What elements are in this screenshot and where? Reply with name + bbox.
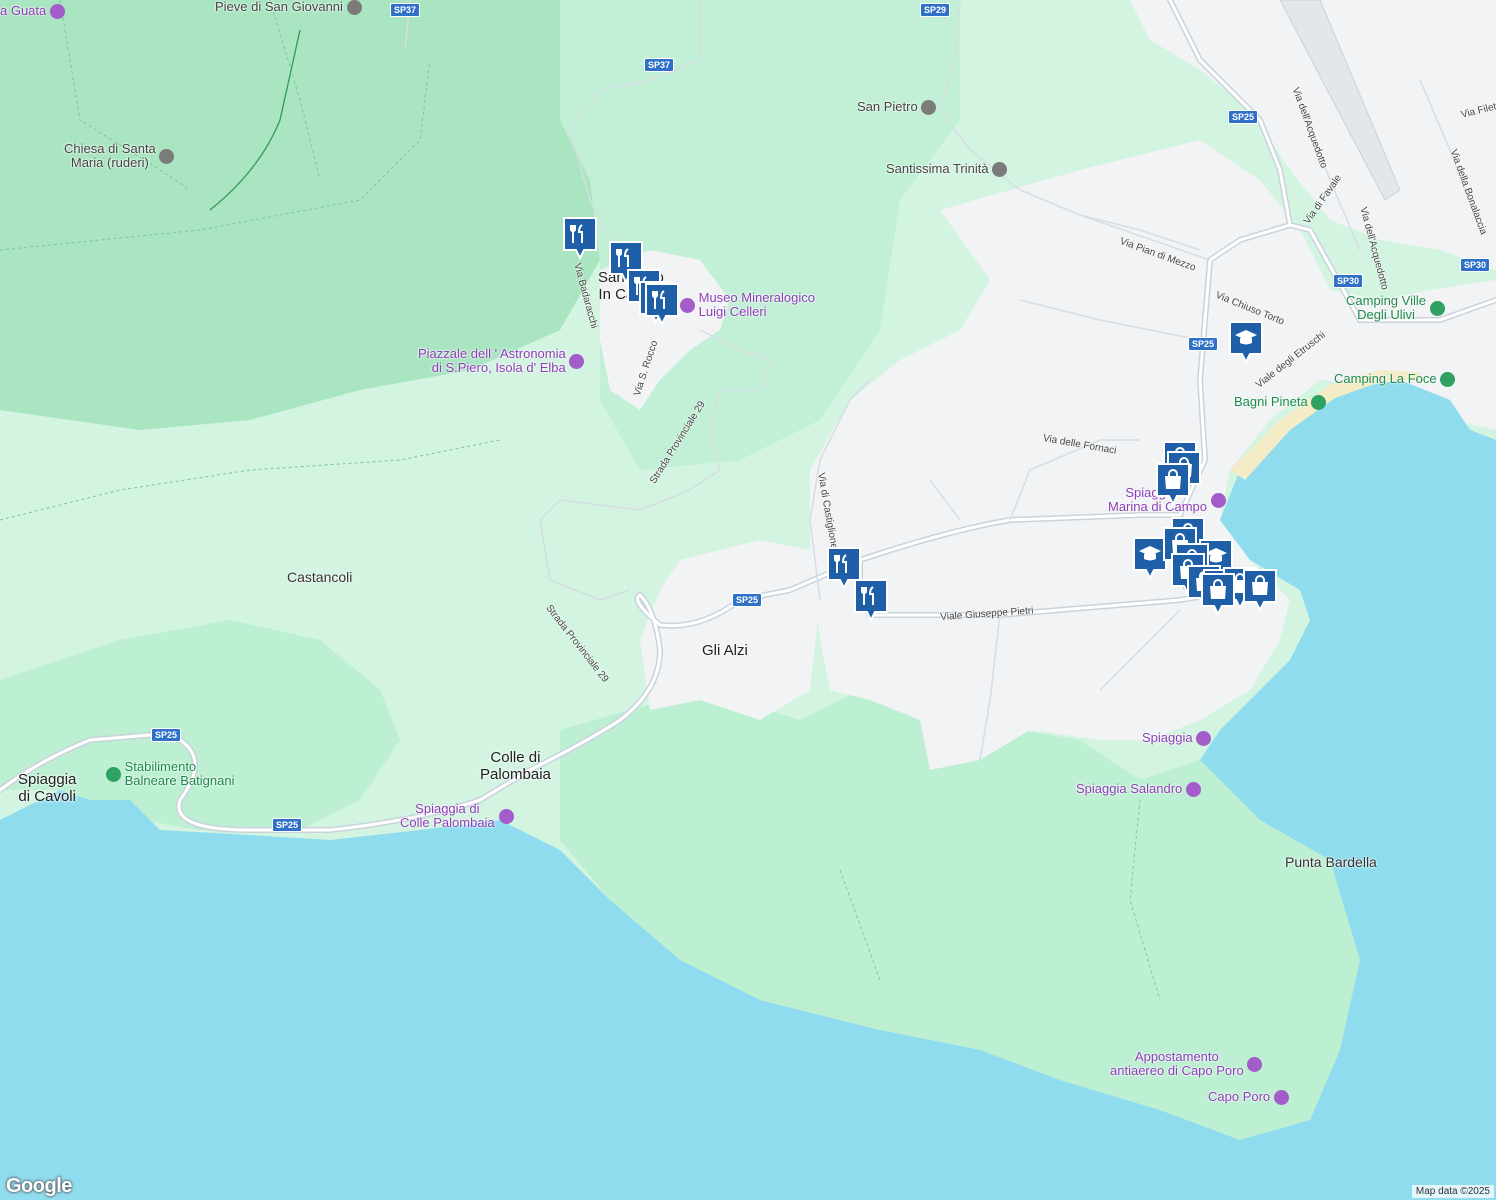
restaurant-pin[interactable]	[853, 578, 889, 623]
campground-icon	[1429, 300, 1445, 316]
green-poi-bagni-pineta[interactable]: Bagni Pineta	[1234, 394, 1327, 411]
green-poi-camping-foce[interactable]: Camping La Foce	[1334, 371, 1456, 388]
restaurant-pin[interactable]	[562, 216, 598, 261]
camera-icon	[1273, 1090, 1289, 1106]
restaurant-icon	[645, 283, 679, 327]
map-credit[interactable]: Map data ©2025	[1411, 1185, 1494, 1198]
school-pin[interactable]	[1228, 320, 1264, 365]
place-label: Spiaggia di Cavoli	[18, 771, 77, 805]
camera-icon	[1196, 731, 1212, 747]
shopping-bag-pin[interactable]	[1242, 568, 1278, 613]
museum-icon	[680, 297, 695, 313]
camera-icon	[49, 4, 65, 20]
poi-capo-poro[interactable]: Capo Poro	[1208, 1089, 1289, 1106]
school-icon	[1229, 321, 1263, 365]
beach-icon	[106, 766, 121, 782]
restaurant-icon	[854, 579, 888, 623]
road-shield: SP25	[272, 818, 303, 832]
green-poi-camping-ulivi[interactable]: Camping Ville Degli Ulivi	[1346, 293, 1445, 323]
shopping-bag-icon	[1201, 573, 1235, 617]
campground-icon	[1440, 372, 1456, 388]
camera-icon	[1185, 782, 1201, 798]
poi-guata[interactable]: a Guata	[0, 3, 65, 20]
church-santa-maria[interactable]: Chiesa di Santa Maria (ruderi)	[64, 141, 175, 171]
road-shield: SP25	[151, 728, 182, 742]
camera-icon	[498, 808, 514, 824]
place-label: Colle di Palombaia	[480, 749, 551, 783]
church-santissima[interactable]: Santissima Trinità	[886, 161, 1008, 178]
green-poi-stabilimento[interactable]: Stabilimento Balneare Batignani	[106, 759, 234, 789]
camera-icon	[1247, 1056, 1263, 1072]
cross-icon	[346, 0, 362, 16]
road-shield: SP25	[1188, 337, 1219, 351]
poi-piazzale[interactable]: Piazzale dell ' Astronomia di S.Piero, I…	[418, 346, 585, 376]
church-pieve[interactable]: Pieve di San Giovanni	[215, 0, 362, 16]
cross-icon	[992, 162, 1008, 178]
cross-icon	[159, 148, 175, 164]
shopping-bag-pin[interactable]	[1200, 572, 1236, 617]
road-shield: SP30	[1460, 258, 1491, 272]
camera-icon	[1210, 492, 1226, 508]
cross-icon	[921, 100, 937, 116]
road-shield: SP25	[732, 593, 763, 607]
museum-icon	[569, 353, 585, 369]
road-shield: SP29	[920, 3, 951, 17]
shopping-bag-icon	[1243, 569, 1277, 613]
restaurant-icon	[563, 217, 597, 261]
shopping-bag-icon	[1156, 463, 1190, 507]
poi-museo[interactable]: Museo Mineralogico Luigi Celleri	[680, 290, 815, 320]
road-shield: SP37	[390, 3, 421, 17]
place-label: Punta Bardella	[1285, 854, 1377, 870]
google-logo: Google	[6, 1175, 72, 1197]
beach-icon	[1311, 395, 1327, 411]
road-shield: SP30	[1333, 274, 1364, 288]
poi-appostamento[interactable]: Appostamento antiaereo di Capo Poro	[1110, 1049, 1263, 1079]
poi-spiaggia[interactable]: Spiaggia	[1142, 730, 1212, 747]
restaurant-pin[interactable]	[644, 282, 680, 327]
place-label: Castancoli	[287, 569, 353, 585]
poi-spiaggia-salandro[interactable]: Spiaggia Salandro	[1076, 781, 1201, 798]
shopping-bag-pin[interactable]	[1155, 462, 1191, 507]
road-shield: SP37	[644, 58, 675, 72]
poi-spiaggia-colle[interactable]: Spiaggia di Colle Palombaia	[400, 801, 514, 831]
church-san-pietro[interactable]: San Pietro	[857, 99, 937, 116]
road-shield: SP25	[1228, 110, 1259, 124]
place-label: Gli Alzi	[702, 642, 748, 659]
